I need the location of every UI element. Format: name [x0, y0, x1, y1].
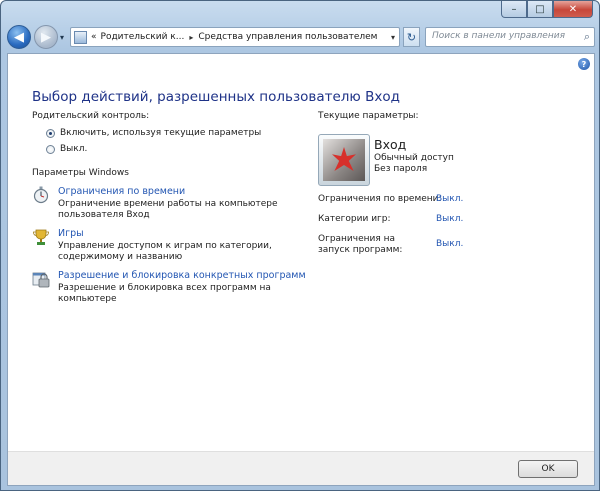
setting-value: Выкл.	[436, 194, 463, 204]
time-limits-link[interactable]: Ограничения по времени	[58, 186, 312, 197]
radio-enable[interactable]: Включить, используя текущие параметры	[46, 128, 261, 138]
breadcrumb-parental-control[interactable]: Родительский к...	[101, 32, 185, 42]
setting-key: Ограничения на запуск программ:	[318, 234, 403, 255]
user-picture-icon	[323, 139, 365, 181]
time-limits-description: Ограничение времени работы на компьютере…	[58, 199, 278, 220]
windows-settings-heading: Параметры Windows	[32, 168, 129, 178]
programs-description: Разрешение и блокировка всех программ на…	[58, 283, 271, 304]
caption-buttons: – □ ✕	[501, 1, 593, 18]
radio-enable-label: Включить, используя текущие параметры	[60, 128, 262, 138]
back-arrow-icon: ◀	[14, 29, 24, 45]
recent-pages-dropdown-icon[interactable]: ▾	[60, 33, 64, 42]
search-input[interactable]	[432, 31, 572, 41]
parental-control-heading: Родительский контроль:	[32, 111, 150, 121]
search-box: ⌕	[425, 27, 595, 47]
refresh-icon: ↻	[406, 30, 417, 44]
close-button[interactable]: ✕	[553, 1, 593, 18]
programs-link[interactable]: Разрешение и блокировка конкретных прогр…	[58, 270, 312, 281]
radio-dot[interactable]	[46, 144, 55, 154]
refresh-button[interactable]: ↻	[403, 27, 420, 47]
radio-dot-selected[interactable]	[46, 128, 55, 138]
maximize-button[interactable]: □	[527, 1, 553, 18]
help-icon[interactable]: ?	[578, 58, 590, 70]
games-trophy-icon	[32, 228, 50, 246]
game-categories-value-link[interactable]: Выкл.	[436, 214, 463, 224]
page-title: Выбор действий, разрешенных пользователю…	[32, 89, 400, 105]
forward-button[interactable]: ▶	[34, 25, 58, 49]
program-blocker-icon	[32, 270, 50, 288]
minimize-button[interactable]: –	[501, 1, 527, 18]
breadcrumb-separator-icon[interactable]: ▸	[189, 33, 193, 42]
games-description: Управление доступом к играм по категории…	[58, 241, 272, 262]
avatar	[318, 134, 370, 186]
search-icon[interactable]: ⌕	[584, 30, 590, 44]
stopwatch-icon	[32, 186, 50, 204]
breadcrumb-user-controls[interactable]: Средства управления пользователем	[198, 32, 377, 42]
address-dropdown-icon[interactable]: ▾	[391, 33, 395, 42]
account-type: Обычный доступ	[374, 153, 454, 163]
option-programs: Разрешение и блокировка конкретных прогр…	[32, 270, 312, 305]
radio-off[interactable]: Выкл.	[46, 144, 87, 154]
address-bar[interactable]: « Родительский к... ▸ Средства управлени…	[70, 27, 400, 47]
setting-value: Выкл.	[436, 214, 463, 224]
address-overflow-chevron[interactable]: «	[91, 32, 97, 42]
setting-key: Категории игр:	[318, 214, 391, 224]
account-name: Вход	[374, 137, 407, 152]
current-settings-heading: Текущие параметры:	[318, 111, 419, 121]
setting-key: Ограничения по времени:	[318, 194, 442, 204]
option-time-limits: Ограничения по времени Ограничение време…	[32, 186, 312, 221]
window: – □ ✕ ◀ ▶ ▾ « Родительский к... ▸ Средст…	[0, 0, 600, 491]
control-panel-icon	[74, 30, 87, 44]
setting-value: Выкл.	[436, 239, 463, 249]
content-area: ? Выбор действий, разрешенных пользовате…	[7, 53, 595, 486]
navigation-bar: ◀ ▶ ▾ « Родительский к... ▸ Средства упр…	[7, 25, 595, 49]
games-link[interactable]: Игры	[58, 228, 312, 239]
ok-button[interactable]: OK	[518, 460, 578, 478]
back-button[interactable]: ◀	[7, 25, 31, 49]
password-status: Без пароля	[374, 164, 428, 174]
option-games: Игры Управление доступом к играм по кате…	[32, 228, 312, 263]
footer-bar: OK	[8, 451, 594, 485]
forward-arrow-icon: ▶	[41, 29, 51, 45]
time-limits-value-link[interactable]: Выкл.	[436, 194, 463, 204]
radio-off-label: Выкл.	[60, 144, 88, 154]
program-limits-value-link[interactable]: Выкл.	[436, 239, 463, 249]
